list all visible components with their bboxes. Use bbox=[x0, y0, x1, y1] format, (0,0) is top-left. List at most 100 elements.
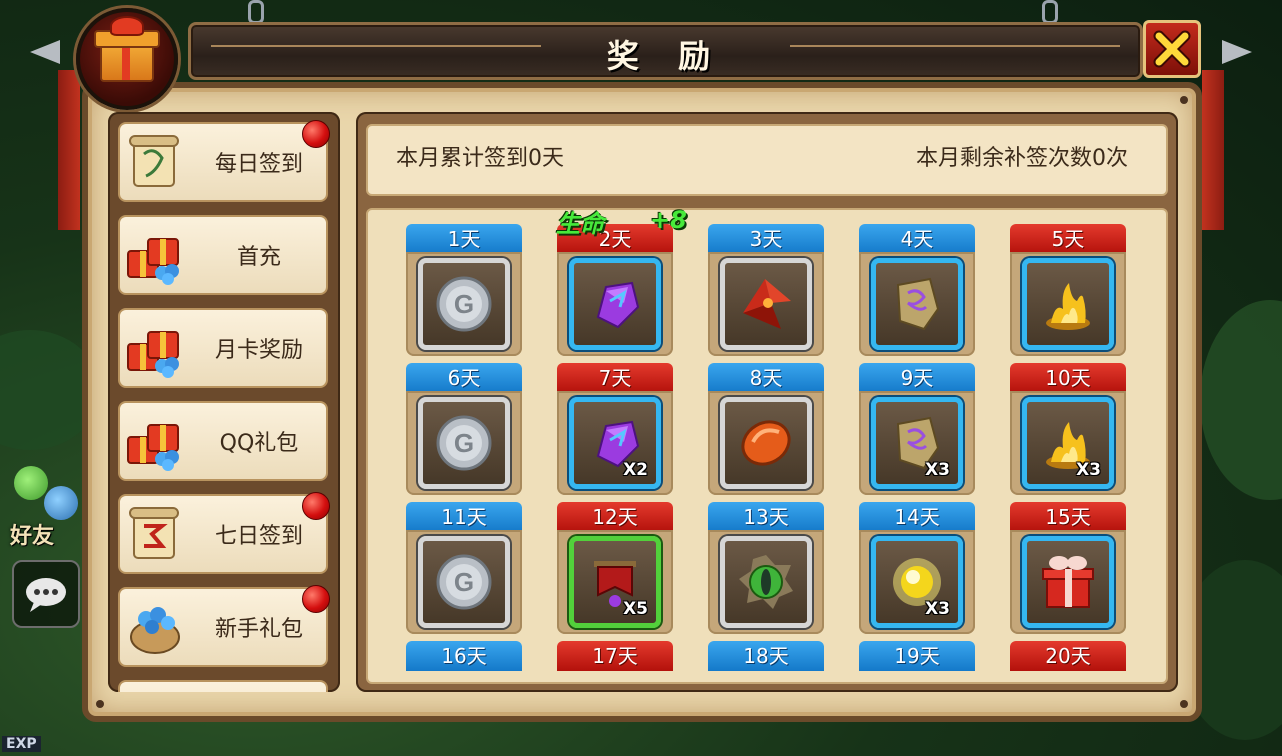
menu-item[interactable]: 七日签到 bbox=[118, 492, 330, 574]
menu-item[interactable]: 月卡奖励 bbox=[118, 308, 328, 388]
reward-slot bbox=[720, 397, 812, 489]
reward-slot: G bbox=[418, 397, 510, 489]
day-label: 6天 bbox=[406, 363, 522, 393]
day-label: 3天 bbox=[708, 224, 824, 254]
day-label: 14天 bbox=[859, 502, 975, 532]
day-label: 1天 bbox=[406, 224, 522, 254]
spike-decoration bbox=[1222, 40, 1252, 64]
close-icon bbox=[1153, 30, 1191, 68]
day-reward-cell[interactable]: 7天 X2 bbox=[557, 363, 673, 495]
day-reward-cell[interactable]: 10天 X3 bbox=[1010, 363, 1126, 495]
menu-item[interactable]: 新手礼包 bbox=[118, 585, 330, 667]
day-reward-cell[interactable]: 15天 bbox=[1010, 502, 1126, 634]
day-label: 9天 bbox=[859, 363, 975, 393]
reward-card bbox=[1010, 252, 1126, 356]
reward-slot: G bbox=[418, 536, 510, 628]
day-reward-cell[interactable]: 19天 bbox=[859, 641, 975, 682]
reward-card bbox=[708, 252, 824, 356]
reward-slot: X3 bbox=[1022, 397, 1114, 489]
day-label: 17天 bbox=[557, 641, 673, 671]
red-banner-strip bbox=[1202, 70, 1224, 230]
red-banner-strip bbox=[58, 70, 80, 230]
chat-icon bbox=[26, 578, 66, 612]
day-label: 20天 bbox=[1010, 641, 1126, 671]
reward-slot bbox=[1022, 536, 1114, 628]
day-label: 10天 bbox=[1010, 363, 1126, 393]
page-title: 奖 励 bbox=[606, 37, 725, 75]
reward-card: X5 bbox=[557, 530, 673, 634]
day-reward-cell[interactable]: 17天 bbox=[557, 641, 673, 682]
notification-dot bbox=[302, 492, 330, 520]
day-label: 15天 bbox=[1010, 502, 1126, 532]
signin-remaining: 本月剩余补签次数0次 bbox=[916, 146, 1128, 171]
day-label: 18天 bbox=[708, 641, 824, 671]
svg-text:G: G bbox=[454, 567, 474, 597]
menu-item[interactable]: QQ礼包 bbox=[118, 401, 328, 481]
menu-item-label: 首充 bbox=[236, 245, 281, 270]
day-reward-cell[interactable]: 8天 bbox=[708, 363, 824, 495]
day-label: 19天 bbox=[859, 641, 975, 671]
day-label: 12天 bbox=[557, 502, 673, 532]
reward-card: X3 bbox=[1010, 391, 1126, 495]
close-button[interactable] bbox=[1143, 20, 1201, 78]
exp-label: EXP bbox=[2, 736, 41, 752]
day-reward-cell[interactable]: 9天 X3 bbox=[859, 363, 975, 495]
reward-quantity: X3 bbox=[925, 599, 950, 619]
day-reward-cell[interactable]: 2天 bbox=[557, 224, 673, 356]
reward-quantity: X3 bbox=[925, 460, 950, 480]
day-reward-cell[interactable]: 1天 G bbox=[406, 224, 522, 356]
menu-item-label: QQ礼包 bbox=[219, 431, 299, 456]
day-reward-cell[interactable]: 3天 bbox=[708, 224, 824, 356]
menu-item[interactable]: 每日签到 bbox=[118, 120, 330, 202]
day-reward-cell[interactable]: 20天 bbox=[1010, 641, 1126, 682]
reward-quantity: X5 bbox=[623, 599, 648, 619]
reward-card: G bbox=[406, 252, 522, 356]
reward-card bbox=[708, 530, 824, 634]
title-bar: 奖 励 bbox=[188, 22, 1143, 80]
day-label: 5天 bbox=[1010, 224, 1126, 254]
reward-card bbox=[557, 252, 673, 356]
reward-slot bbox=[720, 258, 812, 350]
menu-item[interactable]: 首充 bbox=[118, 215, 328, 295]
day-reward-cell[interactable]: 5天 bbox=[1010, 224, 1126, 356]
day-label: 11天 bbox=[406, 502, 522, 532]
chain-decoration bbox=[1042, 0, 1058, 24]
reward-card bbox=[708, 391, 824, 495]
spike-decoration bbox=[30, 40, 60, 64]
day-label: 7天 bbox=[557, 363, 673, 393]
reward-card: G bbox=[406, 530, 522, 634]
chain-decoration bbox=[248, 0, 264, 24]
day-reward-cell[interactable]: 13天 bbox=[708, 502, 824, 634]
day-reward-cell[interactable]: 14天 X3 bbox=[859, 502, 975, 634]
day-reward-cell[interactable]: 6天 G bbox=[406, 363, 522, 495]
day-label: 13天 bbox=[708, 502, 824, 532]
svg-text:G: G bbox=[454, 289, 474, 319]
signin-cumulative: 本月累计签到0天 bbox=[396, 146, 564, 171]
menu-item-label: 月卡奖励 bbox=[214, 338, 303, 363]
reward-card: X2 bbox=[557, 391, 673, 495]
reward-slot bbox=[1022, 258, 1114, 350]
friends-label[interactable]: 好友 bbox=[10, 518, 54, 550]
reward-card: G bbox=[406, 391, 522, 495]
chat-button[interactable] bbox=[12, 560, 80, 628]
reward-slot bbox=[871, 258, 963, 350]
reward-quantity: X3 bbox=[1076, 460, 1101, 480]
day-reward-cell[interactable]: 18天 bbox=[708, 641, 824, 682]
day-reward-cell[interactable]: 11天 G bbox=[406, 502, 522, 634]
reward-card: X3 bbox=[859, 530, 975, 634]
green-slime-icon bbox=[14, 466, 48, 500]
day-reward-cell[interactable]: 4天 bbox=[859, 224, 975, 356]
day-reward-cell[interactable]: 12天 X5 bbox=[557, 502, 673, 634]
reward-slot: X3 bbox=[871, 397, 963, 489]
menu-item[interactable] bbox=[118, 680, 328, 692]
float-reward-value: +8 bbox=[650, 206, 687, 234]
day-label: 4天 bbox=[859, 224, 975, 254]
svg-text:G: G bbox=[454, 428, 474, 458]
reward-slot: X2 bbox=[569, 397, 661, 489]
notification-dot bbox=[302, 585, 330, 613]
reward-menu: 每日签到首充月卡奖励 QQ礼包七日签到新手礼包 bbox=[108, 112, 340, 692]
day-reward-cell[interactable]: 16天 bbox=[406, 641, 522, 682]
gift-icon bbox=[76, 8, 178, 110]
reward-slot: X5 bbox=[569, 536, 661, 628]
reward-slot bbox=[569, 258, 661, 350]
